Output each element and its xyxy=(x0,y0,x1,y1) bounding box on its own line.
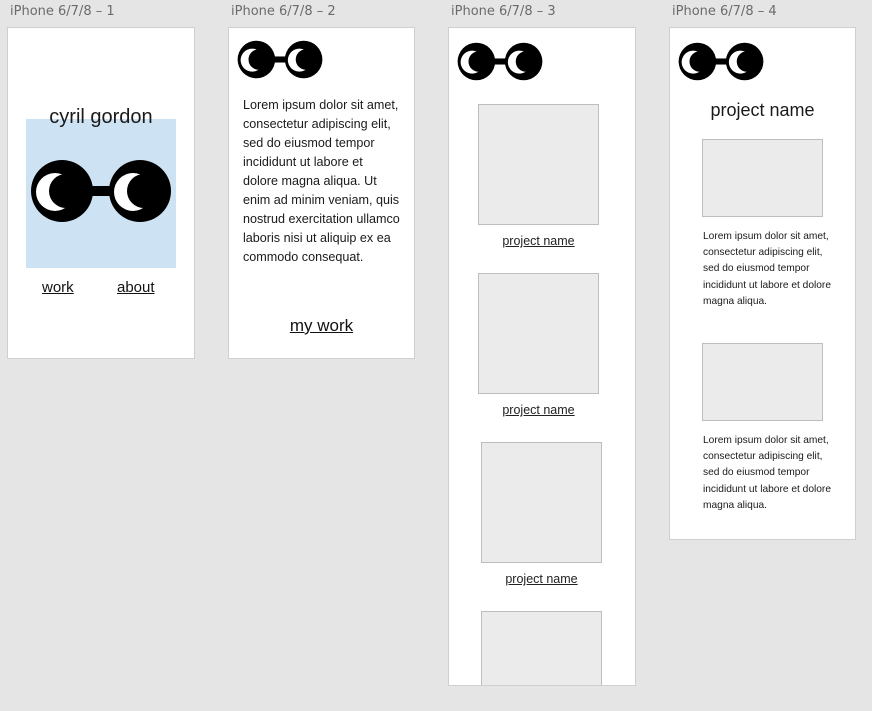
artboard-work[interactable]: project name project name project name xyxy=(448,27,636,686)
project-image xyxy=(702,343,823,421)
project-link[interactable]: project name xyxy=(478,403,599,417)
project-link[interactable]: project name xyxy=(478,234,599,248)
glasses-logo-icon[interactable] xyxy=(457,42,543,81)
glasses-logo-icon[interactable] xyxy=(678,42,764,81)
project-thumbnail[interactable] xyxy=(481,611,602,685)
artboard-label-4[interactable]: iPhone 6/7/8 – 4 xyxy=(672,4,777,19)
artboard-about[interactable]: Lorem ipsum dolor sit amet, consectetur … xyxy=(228,27,415,359)
my-work-link[interactable]: my work xyxy=(229,316,414,336)
project-description: Lorem ipsum dolor sit amet, consectetur … xyxy=(703,231,831,307)
artboard-label-3[interactable]: iPhone 6/7/8 – 3 xyxy=(451,4,556,19)
project-description: Lorem ipsum dolor sit amet, consectetur … xyxy=(703,435,831,511)
nav-about-link[interactable]: about xyxy=(117,279,155,296)
project-thumbnail[interactable] xyxy=(481,442,602,563)
artboard-label-2[interactable]: iPhone 6/7/8 – 2 xyxy=(231,4,336,19)
artboard-label-1[interactable]: iPhone 6/7/8 – 1 xyxy=(10,4,115,19)
artboard-project[interactable]: project name Lorem ipsum dolor sit amet,… xyxy=(669,27,856,540)
project-image xyxy=(702,139,823,217)
site-name: cyril gordon xyxy=(49,106,153,128)
project-thumbnail[interactable] xyxy=(478,104,599,225)
project-link[interactable]: project name xyxy=(481,572,602,586)
about-bio-text: Lorem ipsum dolor sit amet, consectetur … xyxy=(243,98,400,264)
project-title: project name xyxy=(710,100,815,120)
artboard-home[interactable]: cyril gordon work about xyxy=(7,27,195,359)
glasses-logo-icon xyxy=(30,159,172,223)
nav-work-link[interactable]: work xyxy=(42,279,74,296)
glasses-logo-icon[interactable] xyxy=(237,40,323,79)
project-thumbnail[interactable] xyxy=(478,273,599,394)
